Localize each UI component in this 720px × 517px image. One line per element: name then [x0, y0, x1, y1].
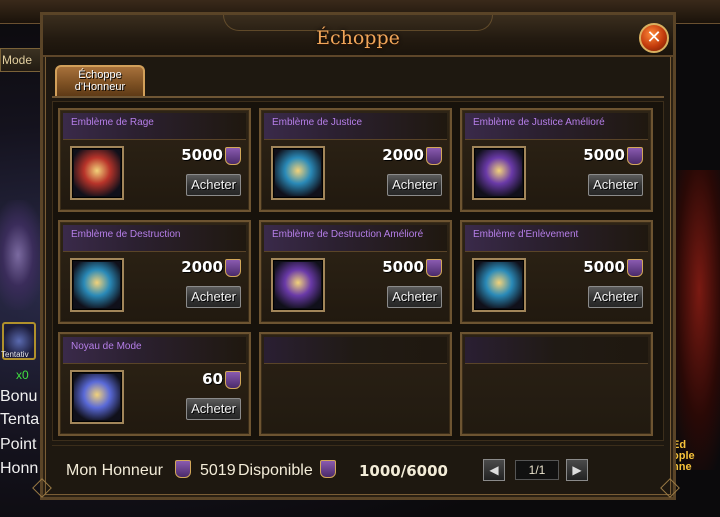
side-text-points: Point: [0, 436, 37, 453]
item-name: Noyau de Mode: [71, 341, 142, 352]
honor-emblem-icon: [426, 259, 442, 277]
item-slot[interactable]: [70, 146, 124, 200]
empty-shop-slot: [460, 332, 653, 436]
item-name: Emblème de Destruction Amélioré: [272, 229, 424, 240]
item-price: 5000: [583, 258, 625, 276]
attempt-count: x0: [16, 368, 29, 382]
item-price: 60: [202, 370, 223, 388]
tab-honor-shop[interactable]: Échoppe d'Honneur: [55, 65, 145, 96]
item-slot[interactable]: [472, 258, 526, 312]
item-slot[interactable]: [70, 258, 124, 312]
empty-shop-slot: [259, 332, 452, 436]
item-price: 5000: [382, 258, 424, 276]
item-price: 5000: [583, 146, 625, 164]
honor-emblem-icon: [175, 460, 191, 478]
item-name: Emblème de Justice: [272, 117, 363, 128]
improved-justice-emblem-icon: [476, 150, 522, 196]
shop-item-card: Noyau de Mode 60 Acheter: [58, 332, 251, 436]
item-price: 5000: [181, 146, 223, 164]
side-text-bonus: Bonu: [0, 388, 38, 405]
improved-destruction-emblem-icon: [275, 262, 321, 308]
item-slot[interactable]: [271, 146, 325, 200]
shop-item-card: Emblème de Rage 5000 Acheter: [58, 108, 251, 212]
close-button[interactable]: ✕: [639, 23, 669, 53]
background-character: [0, 200, 45, 310]
buy-button[interactable]: Acheter: [186, 286, 241, 308]
item-slot[interactable]: [271, 258, 325, 312]
side-text-honor: Honn: [0, 460, 39, 477]
abduction-emblem-icon: [476, 262, 522, 308]
honor-emblem-icon: [225, 371, 241, 389]
honor-label: Mon Honneur: [66, 462, 163, 479]
shop-grid: Emblème de Rage 5000 Acheter Emblème de Jus…: [52, 101, 664, 441]
honor-emblem-icon: [627, 147, 643, 165]
next-page-button[interactable]: ▶: [566, 459, 588, 481]
window-title: Échoppe: [316, 27, 400, 49]
side-text-attempts: Tenta: [0, 411, 40, 428]
item-slot[interactable]: [70, 370, 124, 424]
available-value: 1000/6000: [359, 462, 448, 480]
shop-item-card: Emblème d'Enlèvement 5000 Acheter: [460, 220, 653, 324]
honor-emblem-icon: [225, 147, 241, 165]
item-name: Emblème de Destruction: [71, 229, 181, 240]
justice-emblem-icon: [275, 150, 321, 196]
item-price: 2000: [181, 258, 223, 276]
shop-window: Échoppe ✕ Échoppe d'Honneur Emblème de R…: [32, 12, 680, 500]
shop-item-card: Emblème de Justice 2000 Acheter: [259, 108, 452, 212]
item-name: Emblème de Rage: [71, 117, 154, 128]
page-indicator: 1/1: [515, 460, 559, 480]
item-name: Emblème d'Enlèvement: [473, 229, 579, 240]
honor-value: 5019: [200, 462, 236, 479]
available-label: Disponible: [238, 462, 313, 479]
title-bar: Échoppe ✕: [43, 15, 673, 57]
buy-button[interactable]: Acheter: [186, 398, 241, 420]
item-header: [465, 337, 648, 364]
buy-button[interactable]: Acheter: [186, 174, 241, 196]
prev-page-button[interactable]: ◀: [483, 459, 505, 481]
rage-emblem-icon: [74, 150, 120, 196]
buy-button[interactable]: Acheter: [387, 286, 442, 308]
item-header: [264, 337, 447, 364]
shop-item-card: Emblème de Destruction Amélioré 5000 Achet…: [259, 220, 452, 324]
honor-emblem-icon: [225, 259, 241, 277]
buy-button[interactable]: Acheter: [588, 174, 643, 196]
item-price: 2000: [382, 146, 424, 164]
honor-emblem-icon: [627, 259, 643, 277]
shop-item-card: Emblème de Justice Amélioré 5000 Acheter: [460, 108, 653, 212]
shop-item-card: Emblème de Destruction 2000 Acheter: [58, 220, 251, 324]
buy-button[interactable]: Acheter: [588, 286, 643, 308]
destruction-emblem-icon: [74, 262, 120, 308]
tab-strip: Échoppe d'Honneur: [52, 65, 664, 98]
shop-footer: Mon Honneur 5019 Disponible 1000/6000 ◀ …: [52, 445, 664, 491]
mode-label: Mode: [2, 53, 33, 67]
buy-button[interactable]: Acheter: [387, 174, 442, 196]
honor-emblem-icon: [320, 460, 336, 478]
attempt-label: Tentativ: [1, 350, 29, 359]
item-slot[interactable]: [472, 146, 526, 200]
honor-emblem-icon: [426, 147, 442, 165]
item-name: Emblème de Justice Amélioré: [473, 117, 605, 128]
mode-core-icon: [74, 374, 120, 420]
